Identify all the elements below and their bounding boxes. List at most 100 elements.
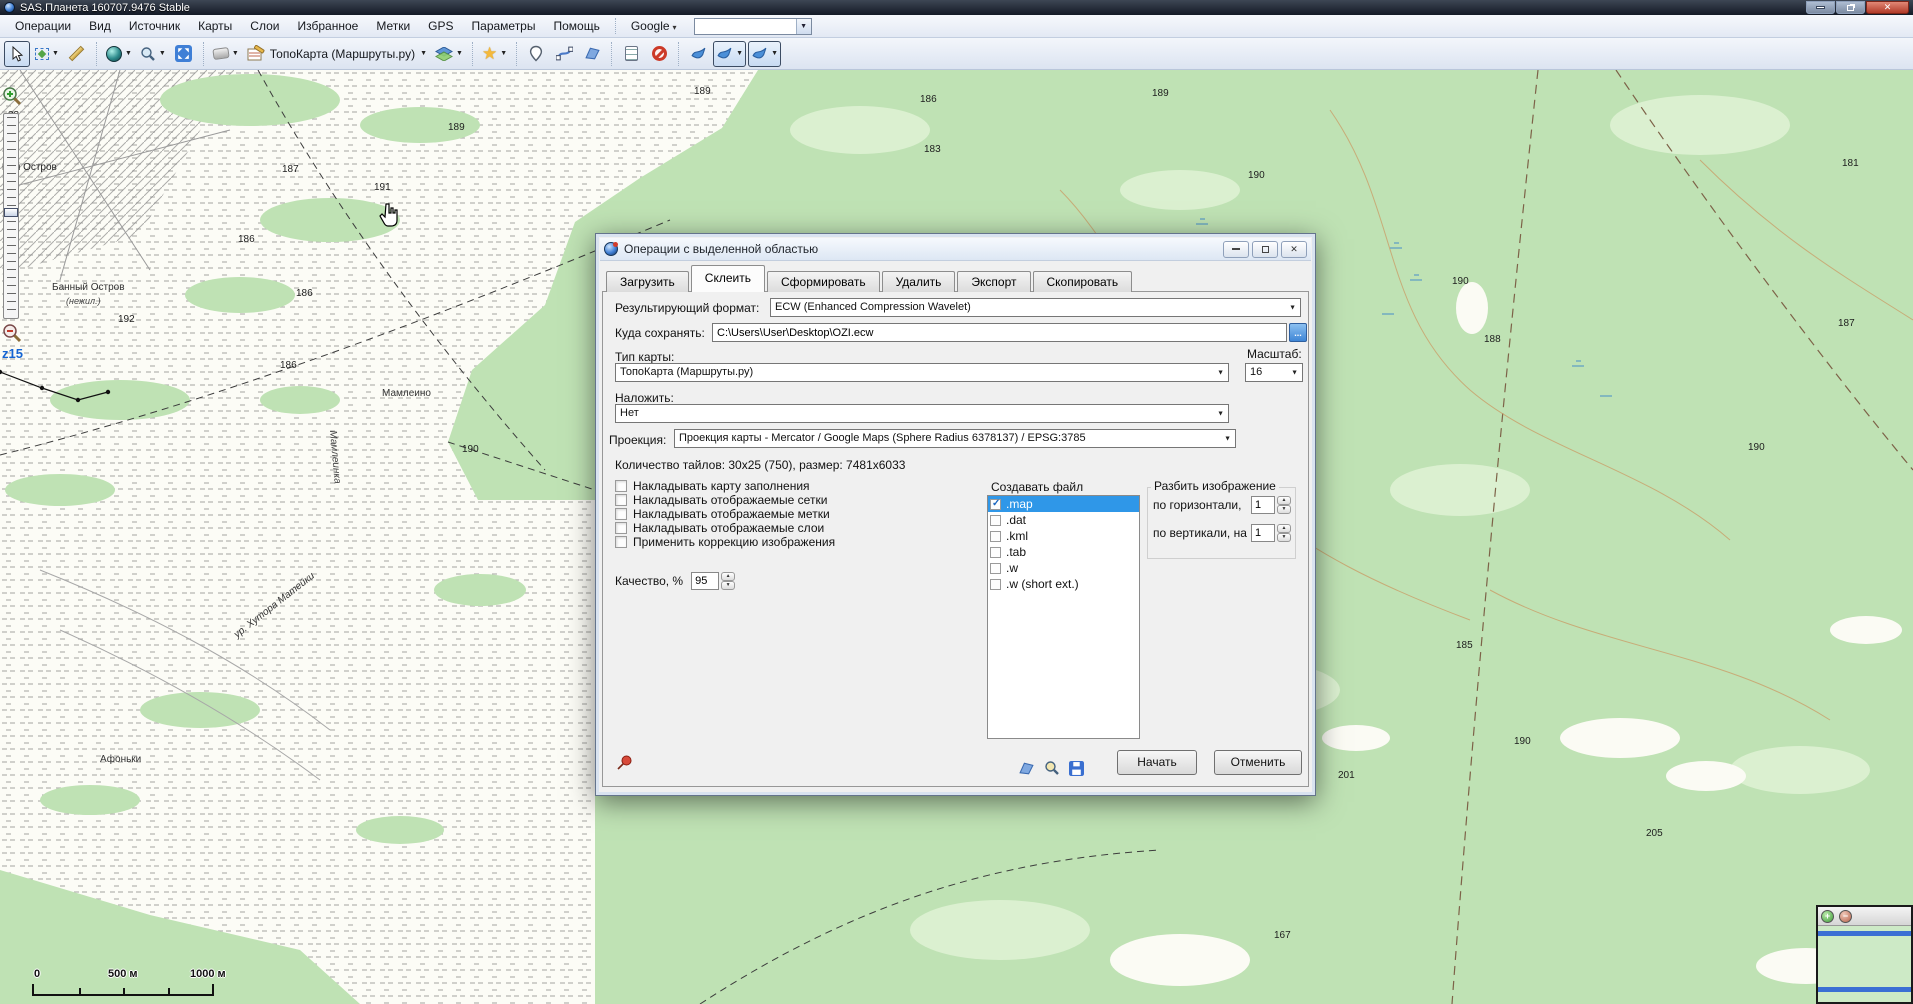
favorites-button[interactable]: ★▼ bbox=[479, 41, 510, 67]
add-polygon-button[interactable] bbox=[579, 41, 605, 67]
checkbox-label: Накладывать отображаемые сетки bbox=[633, 493, 827, 507]
menu-item[interactable]: Операции bbox=[6, 17, 80, 35]
projection-combobox[interactable]: Проекция карты - Mercator / Google Maps … bbox=[674, 429, 1236, 448]
menu-item[interactable]: Избранное bbox=[288, 17, 367, 35]
menu-item[interactable]: GPS bbox=[419, 17, 462, 35]
window-restore-button[interactable] bbox=[1836, 1, 1865, 14]
zoom-in-button[interactable] bbox=[2, 86, 22, 106]
overlay-combobox[interactable]: Нет bbox=[615, 404, 1229, 423]
scale-combobox[interactable]: 16 bbox=[1245, 363, 1303, 382]
split-horizontal-spinner[interactable]: ▲▼ bbox=[1277, 496, 1291, 514]
google-search-combobox[interactable]: ▼ bbox=[694, 18, 812, 35]
zoom-preview-icon[interactable] bbox=[1044, 760, 1060, 776]
file-type-checkbox[interactable] bbox=[990, 531, 1001, 542]
checkbox[interactable] bbox=[615, 480, 627, 492]
chevron-down-icon[interactable]: ▼ bbox=[796, 19, 811, 34]
save-settings-icon[interactable] bbox=[1069, 761, 1084, 776]
menu-item[interactable]: Вид bbox=[80, 17, 120, 35]
fullscreen-button[interactable] bbox=[171, 41, 197, 67]
checkbox[interactable] bbox=[615, 508, 627, 520]
file-type-checkbox[interactable] bbox=[990, 563, 1001, 574]
checkbox[interactable] bbox=[615, 536, 627, 548]
checkbox-row[interactable]: Накладывать отображаемые сетки bbox=[615, 493, 835, 507]
pin-icon[interactable] bbox=[615, 754, 633, 772]
checkbox-row[interactable]: Применить коррекцию изображения bbox=[615, 535, 835, 549]
minimap-zoom-in-button[interactable]: + bbox=[1821, 910, 1834, 923]
add-route-button[interactable] bbox=[551, 41, 577, 67]
menu-item[interactable]: Метки bbox=[367, 17, 419, 35]
cursor-tool-button[interactable] bbox=[4, 41, 30, 67]
file-types-listbox[interactable]: .map .dat .kml bbox=[987, 495, 1140, 739]
toolbar-separator bbox=[472, 42, 473, 66]
checkbox[interactable] bbox=[615, 522, 627, 534]
file-type-checkbox[interactable] bbox=[990, 515, 1001, 526]
window-close-button[interactable]: ✕ bbox=[1866, 1, 1909, 14]
menu-item[interactable]: Помощь bbox=[544, 17, 608, 35]
dialog-tab[interactable]: Склеить bbox=[691, 265, 765, 292]
dialog-minimize-button[interactable] bbox=[1223, 241, 1249, 258]
map-type-select-button[interactable]: ТопоКарта (Маршруты.ру) ▼ bbox=[244, 41, 430, 67]
chevron-down-icon: ▾ bbox=[673, 23, 677, 32]
zoom-slider[interactable] bbox=[3, 113, 19, 319]
dialog-tab[interactable]: Загрузить bbox=[606, 271, 689, 292]
dialog-tab[interactable]: Сформировать bbox=[767, 271, 880, 292]
menu-item[interactable]: Карты bbox=[189, 17, 241, 35]
file-type-row[interactable]: .tab bbox=[988, 544, 1139, 560]
checkbox-row[interactable]: Накладывать карту заполнения bbox=[615, 479, 835, 493]
start-button[interactable]: Начать bbox=[1117, 750, 1197, 775]
file-type-checkbox[interactable] bbox=[990, 547, 1001, 558]
checkbox[interactable] bbox=[615, 494, 627, 506]
file-type-row[interactable]: .w (short ext.) bbox=[988, 576, 1139, 592]
show-selection-icon[interactable] bbox=[1018, 761, 1035, 776]
dialog-tab[interactable]: Экспорт bbox=[957, 271, 1030, 292]
minimap[interactable]: + − bbox=[1816, 905, 1913, 1004]
overlay-label: Наложить: bbox=[615, 391, 674, 405]
dialog-close-button[interactable]: ✕ bbox=[1281, 241, 1307, 258]
map-type-combobox[interactable]: ТопоКарта (Маршруты.ру) bbox=[615, 363, 1229, 382]
split-vertical-spinner[interactable]: ▲▼ bbox=[1277, 524, 1291, 542]
map-canvas[interactable]: 83189187191186ный ОстровБанный Остров(не… bbox=[0, 70, 1913, 1004]
zoom-out-button[interactable] bbox=[2, 323, 22, 343]
fill-map-tool-button[interactable]: ▼ bbox=[210, 41, 242, 67]
minimap-road bbox=[1818, 931, 1911, 936]
file-type-row[interactable]: .dat bbox=[988, 512, 1139, 528]
file-type-row[interactable]: .map bbox=[988, 496, 1139, 512]
layers-button[interactable]: ▼ bbox=[432, 41, 466, 67]
browse-button[interactable]: ... bbox=[1289, 323, 1307, 342]
placemark-manager-button[interactable] bbox=[618, 41, 644, 67]
menu-item[interactable]: Параметры bbox=[463, 17, 545, 35]
menu-item[interactable]: Источник bbox=[120, 17, 189, 35]
hide-marks-button[interactable] bbox=[646, 41, 672, 67]
split-vertical-input[interactable] bbox=[1251, 524, 1275, 542]
file-type-row[interactable]: .w bbox=[988, 560, 1139, 576]
file-type-checkbox[interactable] bbox=[990, 579, 1001, 590]
nav-tool-2-button[interactable]: ▼ bbox=[713, 41, 746, 67]
quality-spinner[interactable]: ▲▼ bbox=[721, 572, 735, 590]
dialog-tab[interactable]: Скопировать bbox=[1033, 271, 1133, 292]
dialog-maximize-button[interactable] bbox=[1252, 241, 1278, 258]
search-tool-button[interactable]: ▼ bbox=[137, 41, 169, 67]
projection-value: Проекция карты - Mercator / Google Maps … bbox=[679, 432, 1086, 444]
menu-item[interactable]: Слои bbox=[241, 17, 288, 35]
globe-tool-button[interactable]: ▼ bbox=[103, 41, 135, 67]
checkbox-row[interactable]: Накладывать отображаемые слои bbox=[615, 521, 835, 535]
nav-tool-button[interactable] bbox=[685, 41, 711, 67]
menu-item-google[interactable]: Google▾ bbox=[622, 17, 686, 35]
save-path-input[interactable] bbox=[712, 323, 1287, 342]
dialog-tab[interactable]: Удалить bbox=[882, 271, 956, 292]
minimap-zoom-out-button[interactable]: − bbox=[1839, 910, 1852, 923]
dialog-titlebar[interactable]: Операции с выделенной областью ✕ bbox=[600, 238, 1311, 261]
quality-input[interactable] bbox=[691, 572, 719, 590]
cancel-button[interactable]: Отменить bbox=[1214, 750, 1302, 775]
split-horizontal-input[interactable] bbox=[1251, 496, 1275, 514]
file-type-row[interactable]: .kml bbox=[988, 528, 1139, 544]
nav-tool-3-button[interactable]: ▼ bbox=[748, 41, 781, 67]
checkbox-row[interactable]: Накладывать отображаемые метки bbox=[615, 507, 835, 521]
window-minimize-button[interactable] bbox=[1806, 1, 1835, 14]
format-combobox[interactable]: ECW (Enhanced Compression Wavelet) bbox=[770, 298, 1301, 317]
add-placemark-button[interactable] bbox=[523, 41, 549, 67]
zoom-slider-handle[interactable] bbox=[4, 208, 18, 217]
selection-tool-button[interactable]: ▼ bbox=[32, 41, 62, 67]
file-type-checkbox[interactable] bbox=[990, 499, 1001, 510]
ruler-tool-button[interactable] bbox=[64, 41, 90, 67]
